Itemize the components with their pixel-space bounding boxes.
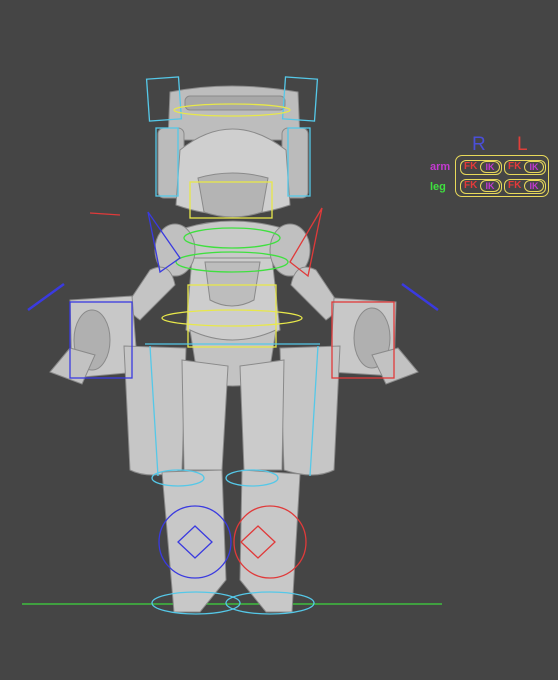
upper-arm-right[interactable]: [128, 266, 176, 321]
shin-left[interactable]: [239, 469, 301, 613]
arm-right-fk[interactable]: FK: [464, 161, 477, 173]
thigh-right[interactable]: [181, 359, 229, 471]
leg-left-ik[interactable]: IK: [524, 180, 544, 192]
arm-left-ik[interactable]: IK: [524, 161, 544, 173]
arm-right-ik[interactable]: IK: [480, 161, 500, 173]
finger-ctrl-right[interactable]: [27, 282, 65, 312]
headgear-slot: [184, 95, 286, 111]
arm-left-switch[interactable]: FK IK: [504, 160, 546, 175]
skirt-armor-left[interactable]: [279, 345, 341, 476]
ik-fk-switch-panel: FK IK FK IK FK IK FK IK: [455, 155, 549, 197]
leg-right-fk[interactable]: FK: [464, 180, 477, 192]
leg-row-label: leg: [430, 181, 446, 193]
finger-ctrl-left[interactable]: [401, 282, 439, 312]
upper-arm-left[interactable]: [290, 266, 338, 321]
leg-right-switch[interactable]: FK IK: [460, 179, 502, 194]
arm-row-label: arm: [430, 161, 451, 173]
leg-left-fk[interactable]: FK: [508, 180, 521, 192]
thigh-left[interactable]: [239, 359, 285, 471]
skirt-armor-right[interactable]: [123, 345, 187, 476]
leg-left-switch[interactable]: FK IK: [504, 179, 546, 194]
eye-ctrl-left-mark[interactable]: [89, 212, 121, 216]
mech-model[interactable]: [49, 85, 419, 613]
shin-right[interactable]: [161, 469, 227, 613]
chest-plate: [204, 261, 261, 307]
leg-right-ik[interactable]: IK: [480, 180, 500, 192]
visor: [197, 172, 269, 218]
arm-right-switch[interactable]: FK IK: [460, 160, 502, 175]
left-side-header: L: [517, 134, 528, 155]
right-side-header: R: [472, 134, 486, 155]
viewport[interactable]: [0, 0, 558, 680]
arm-left-fk[interactable]: FK: [508, 161, 521, 173]
